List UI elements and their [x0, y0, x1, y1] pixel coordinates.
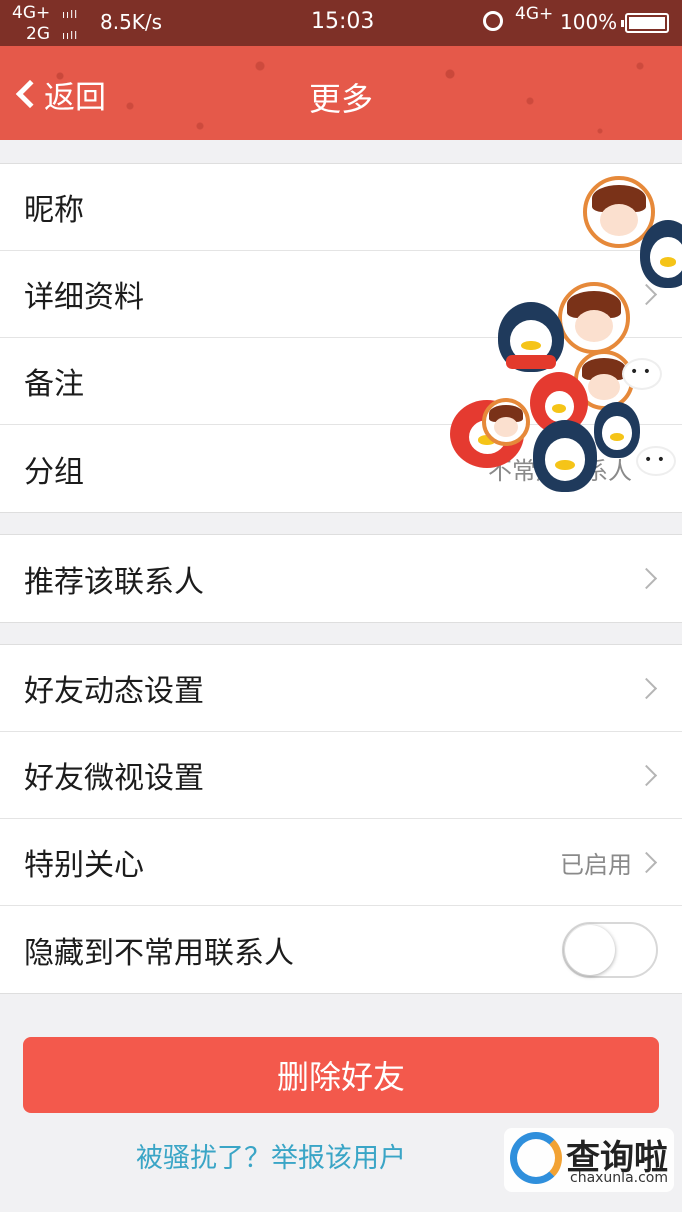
row-remark[interactable]: 备注 — [0, 338, 682, 425]
network-speed: 8.5K/s — [100, 10, 163, 34]
alarm-icon — [483, 11, 503, 31]
row-label: 推荐该联系人 — [24, 564, 204, 600]
signal-icon: ııll — [62, 8, 79, 21]
network-type-bottom: 2G — [26, 24, 50, 44]
signal-icon-2: ııll — [62, 29, 79, 42]
row-feed-settings[interactable]: 好友动态设置 — [0, 645, 682, 732]
row-special-care[interactable]: 特别关心 已启用 — [0, 819, 682, 906]
hide-contact-toggle[interactable] — [562, 921, 658, 978]
row-group[interactable]: 分组 不常用联系人 — [0, 425, 682, 512]
profile-settings-group: 昵称 详细资料 备注 分组 不常用联系人 — [0, 163, 682, 513]
row-label: 隐藏到不常用联系人 — [24, 935, 294, 971]
friend-settings-group: 好友动态设置 好友微视设置 特别关心 已启用 隐藏到不常用联系人 — [0, 644, 682, 994]
row-label: 昵称 — [24, 193, 84, 228]
row-weishi-settings[interactable]: 好友微视设置 — [0, 732, 682, 819]
page-title: 更多 — [308, 80, 373, 118]
row-label: 特别关心 — [24, 848, 144, 883]
battery-icon — [621, 13, 669, 33]
clock: 15:03 — [311, 9, 375, 34]
row-label: 分组 — [24, 454, 84, 490]
row-nickname[interactable]: 昵称 — [0, 164, 682, 251]
report-link-text: 被骚扰了？举报该用户 — [136, 1143, 406, 1174]
chevron-right-icon — [635, 567, 658, 590]
recommend-group: 推荐该联系人 — [0, 534, 682, 623]
network-type-right: 4G+ — [515, 4, 554, 24]
chevron-right-icon — [635, 764, 658, 786]
network-type-top: 4G+ — [12, 3, 51, 23]
row-recommend-contact[interactable]: 推荐该联系人 — [0, 535, 682, 622]
chevron-right-icon — [635, 283, 658, 305]
row-hide-contact: 隐藏到不常用联系人 — [0, 906, 682, 993]
magnifier-logo-icon — [510, 1132, 562, 1184]
chevron-right-icon — [635, 851, 658, 873]
chevron-right-icon — [635, 677, 658, 699]
row-label: 详细资料 — [24, 280, 144, 315]
battery-percent: 100% — [560, 10, 618, 34]
toggle-knob — [565, 924, 615, 975]
row-value: 不常用联系人 — [488, 457, 632, 485]
row-value: 已启用 — [560, 850, 632, 879]
watermark: 查询啦 chaxunla.com — [504, 1128, 674, 1192]
row-label: 好友微视设置 — [24, 761, 204, 796]
delete-friend-button[interactable]: 删除好友 — [23, 1037, 659, 1113]
watermark-url: chaxunla.com — [570, 1170, 668, 1186]
row-details[interactable]: 详细资料 — [0, 251, 682, 338]
row-label: 好友动态设置 — [24, 674, 204, 709]
status-bar: 4G+ ııll 2G ııll 8.5K/s 15:03 4G+ 100% — [0, 0, 682, 46]
row-label: 备注 — [24, 367, 84, 402]
navigation-bar: 返回 更多 — [0, 46, 682, 140]
